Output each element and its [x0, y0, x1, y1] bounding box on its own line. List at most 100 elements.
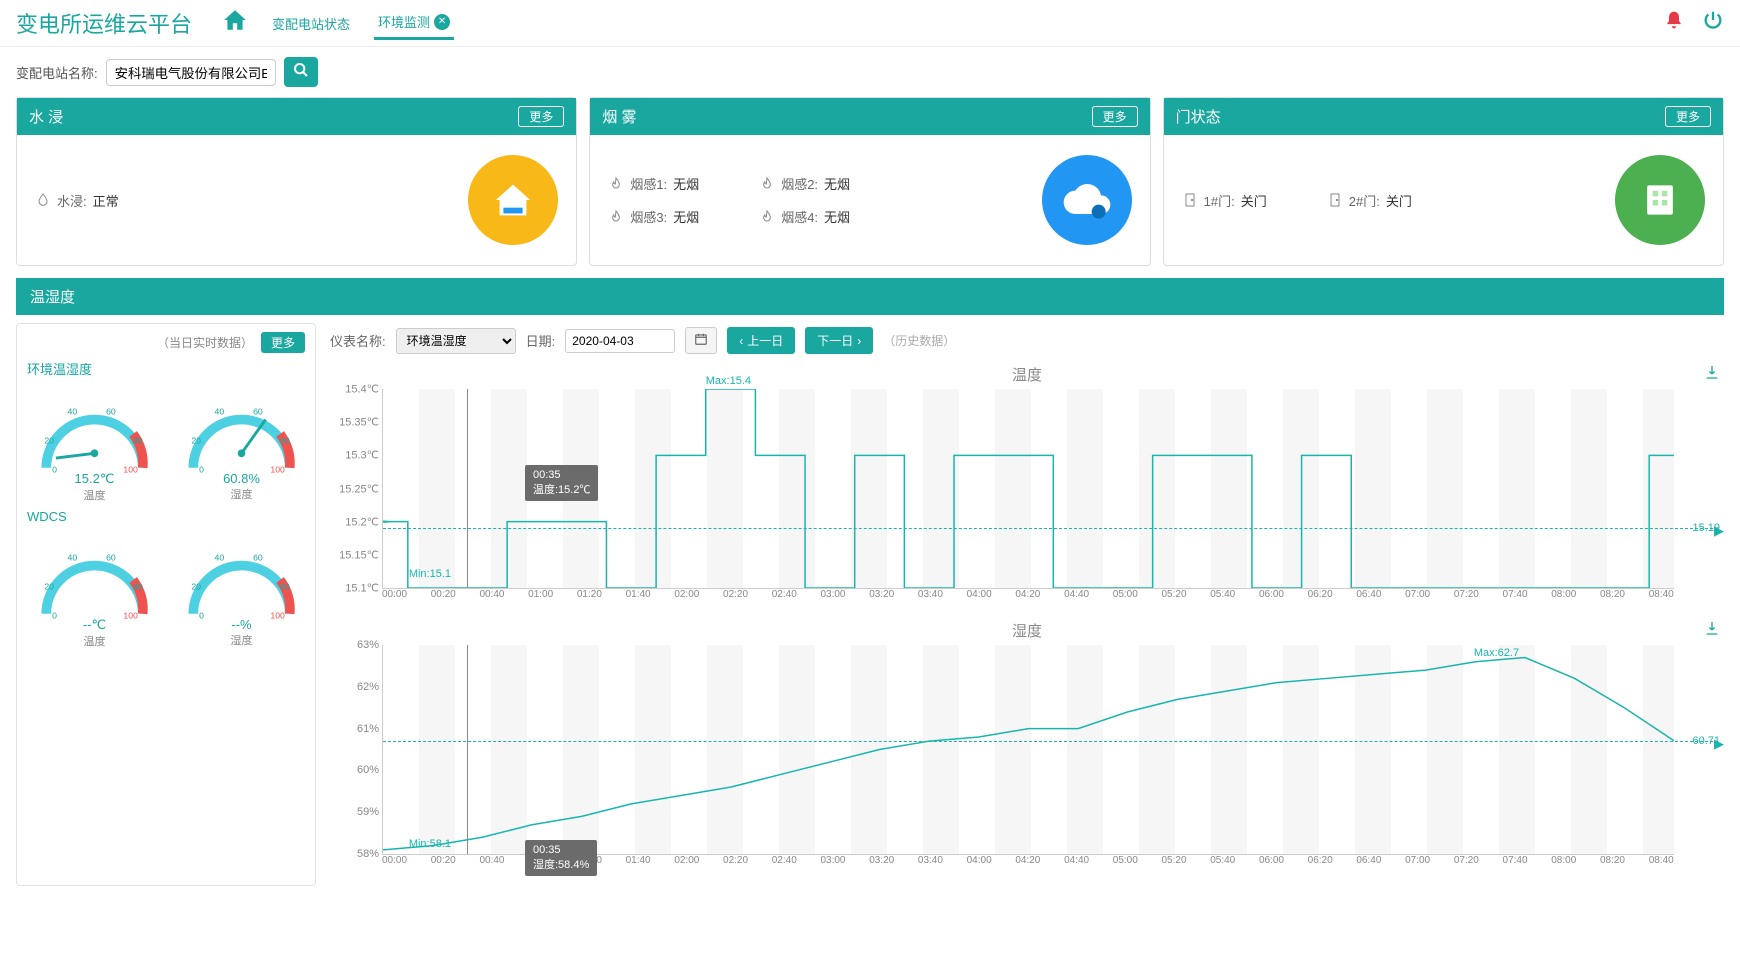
- chart-tooltip: 00:35 湿度:58.4%: [525, 840, 597, 876]
- svg-text:20: 20: [191, 582, 201, 592]
- svg-text:0: 0: [52, 465, 57, 475]
- water-drop-icon: [35, 192, 51, 208]
- door-icon: [1327, 192, 1343, 208]
- svg-text:20: 20: [191, 436, 201, 446]
- svg-text:0: 0: [199, 465, 204, 475]
- card-title: 水 浸: [29, 106, 63, 127]
- house-icon: [468, 155, 558, 245]
- svg-text:60: 60: [106, 553, 116, 563]
- cloud-icon: [1042, 155, 1132, 245]
- tab-env-monitor[interactable]: 环境监测 ✕: [374, 6, 454, 40]
- gauge-icon: 0 20 40 60 80 100: [27, 384, 162, 484]
- chart-humidity: 湿度 Max:62.7 Min:58.1 60.71 ▶ 00:35 湿度:58…: [330, 620, 1724, 866]
- chevron-right-icon: ›: [857, 334, 861, 348]
- download-icon[interactable]: [1704, 620, 1720, 639]
- gauge-humid-1: 0 20 40 60 80 100 60.8% 湿度: [174, 384, 309, 503]
- flame-icon: [608, 176, 624, 192]
- app-title: 变电所运维云平台: [16, 7, 192, 39]
- svg-text:40: 40: [68, 407, 78, 417]
- next-day-button[interactable]: 下一日›: [805, 327, 873, 354]
- date-input[interactable]: [565, 329, 675, 353]
- tab-label: 环境监测: [378, 12, 430, 31]
- svg-text:0: 0: [52, 611, 57, 621]
- card-title: 门状态: [1176, 106, 1221, 127]
- svg-text:80: 80: [280, 582, 290, 592]
- chart-title: 温度: [330, 364, 1724, 385]
- date-label: 日期:: [526, 331, 556, 350]
- svg-text:80: 80: [280, 436, 290, 446]
- bell-icon[interactable]: [1664, 10, 1684, 36]
- more-button[interactable]: 更多: [261, 332, 305, 353]
- svg-text:100: 100: [123, 465, 138, 475]
- svg-text:40: 40: [68, 553, 78, 563]
- chart-title: 湿度: [330, 620, 1724, 641]
- more-button[interactable]: 更多: [1092, 106, 1138, 127]
- max-label: Max:62.7: [1474, 647, 1519, 659]
- card-water: 水 浸 更多 水浸: 正常: [16, 97, 577, 266]
- meter-select[interactable]: 环境温湿度: [396, 328, 516, 354]
- svg-text:20: 20: [44, 436, 54, 446]
- more-button[interactable]: 更多: [1665, 106, 1711, 127]
- prev-day-button[interactable]: ‹上一日: [727, 327, 795, 354]
- station-name-input[interactable]: [106, 59, 276, 86]
- svg-text:80: 80: [133, 582, 143, 592]
- flame-icon: [759, 176, 775, 192]
- gauge-group-1-title: 环境温湿度: [27, 359, 305, 378]
- gauge-icon: 0 20 40 60 80 100: [174, 384, 309, 484]
- gauge-label: 湿度: [174, 632, 309, 648]
- power-icon[interactable]: [1702, 9, 1724, 37]
- svg-text:20: 20: [44, 582, 54, 592]
- chart-plot[interactable]: Max:15.4 Min:15.1 15.19 ▶ 00:35 温度:15.2℃…: [382, 389, 1674, 589]
- arrow-right-icon: ▶: [1714, 736, 1724, 746]
- chart-tooltip: 00:35 温度:15.2℃: [525, 465, 598, 501]
- flame-icon: [608, 209, 624, 225]
- gauges-block: （当日实时数据） 更多 环境温湿度 0 20 40 60 80: [16, 323, 316, 886]
- gauge-temp-2: 0 20 40 60 80 100 --℃ 温度: [27, 530, 162, 649]
- svg-text:80: 80: [133, 436, 143, 446]
- close-icon[interactable]: ✕: [434, 14, 450, 30]
- building-icon: [1615, 155, 1705, 245]
- download-icon[interactable]: [1704, 364, 1720, 383]
- min-label: Min:58.1: [409, 838, 451, 850]
- tab-station-status[interactable]: 变配电站状态: [268, 6, 354, 40]
- chart-plot[interactable]: Max:62.7 Min:58.1 60.71 ▶ 00:35 湿度:58.4%…: [382, 645, 1674, 855]
- smoke-3: 烟感3:无烟: [608, 207, 699, 226]
- chart-temperature: 温度 Max:15.4 Min:15.1 15.19 ▶ 00:35 温度:15…: [330, 364, 1724, 600]
- chevron-left-icon: ‹: [739, 334, 743, 348]
- gauge-icon: 0 20 40 60 80 100: [174, 530, 309, 630]
- smoke-4: 烟感4:无烟: [759, 207, 850, 226]
- svg-text:60: 60: [253, 407, 263, 417]
- door-1: 1#门:关门: [1182, 191, 1267, 210]
- card-title: 烟 雾: [602, 106, 636, 127]
- svg-text:100: 100: [270, 465, 285, 475]
- svg-text:60: 60: [253, 553, 263, 563]
- svg-text:60: 60: [106, 407, 116, 417]
- station-name-label: 变配电站名称:: [16, 63, 98, 82]
- door-icon: [1182, 192, 1198, 208]
- history-hint: （历史数据）: [883, 332, 955, 349]
- smoke-1: 烟感1:无烟: [608, 174, 699, 193]
- svg-text:0: 0: [199, 611, 204, 621]
- realtime-hint: （当日实时数据）: [157, 334, 253, 351]
- gauge-temp-1: 0 20 40 60 80 100 15.2℃ 温度: [27, 384, 162, 503]
- svg-text:40: 40: [215, 407, 225, 417]
- max-label: Max:15.4: [706, 375, 751, 387]
- smoke-2: 烟感2:无烟: [759, 174, 850, 193]
- search-button[interactable]: [284, 57, 318, 87]
- gauge-label: 温度: [27, 633, 162, 649]
- panel-title: 温湿度: [16, 278, 1724, 315]
- svg-text:100: 100: [123, 611, 138, 621]
- svg-text:100: 100: [270, 611, 285, 621]
- gauge-icon: 0 20 40 60 80 100: [27, 530, 162, 630]
- water-status: 水浸: 正常: [35, 191, 119, 210]
- min-label: Min:15.1: [409, 568, 451, 580]
- more-button[interactable]: 更多: [518, 106, 564, 127]
- calendar-button[interactable]: [685, 327, 717, 354]
- gauge-label: 温度: [27, 487, 162, 503]
- meter-label: 仪表名称:: [330, 331, 386, 350]
- svg-text:40: 40: [215, 553, 225, 563]
- arrow-right-icon: ▶: [1714, 523, 1724, 533]
- gauge-humid-2: 0 20 40 60 80 100 --% 湿度: [174, 530, 309, 649]
- gauge-group-2-title: WDCS: [27, 509, 305, 524]
- home-icon[interactable]: [222, 7, 248, 40]
